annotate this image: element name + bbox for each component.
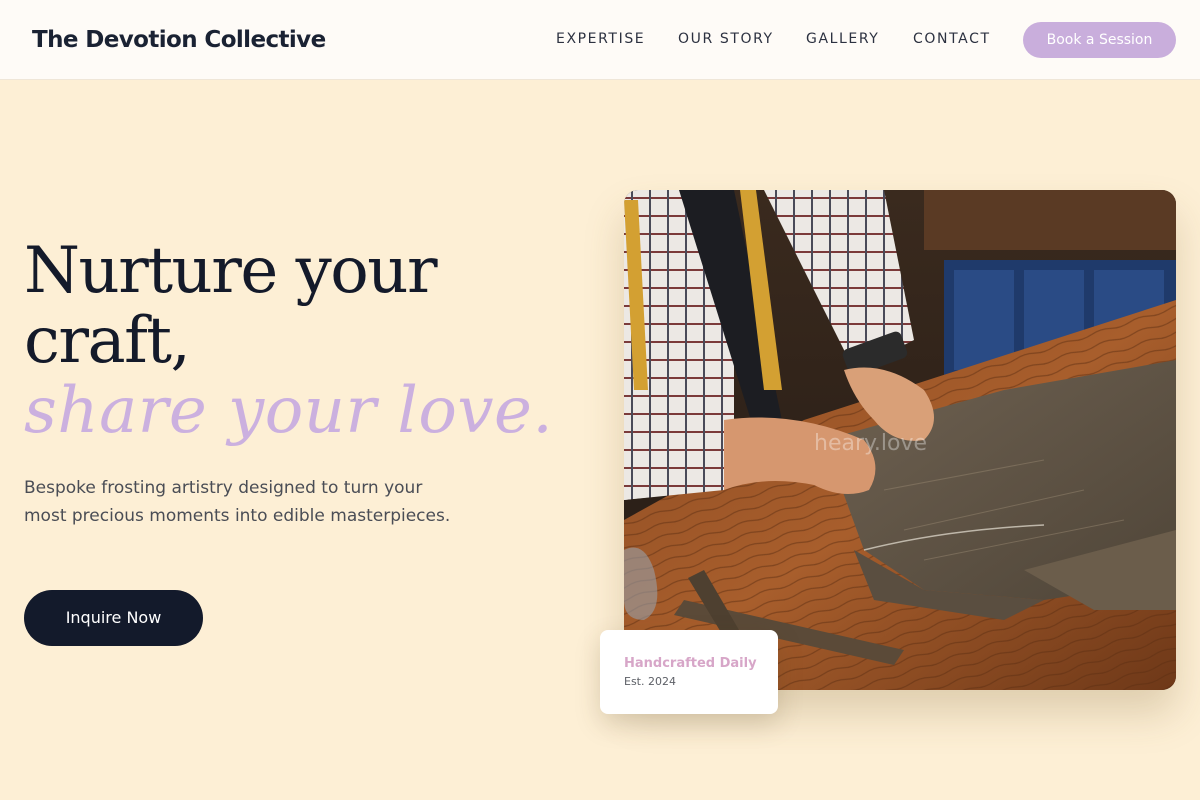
logo[interactable]: The Devotion Collective (32, 24, 326, 56)
hero-title: Nurture your craft, share your love. (24, 236, 564, 446)
badge-title: Handcrafted Daily (624, 656, 757, 671)
nav-link-gallery[interactable]: GALLERY (806, 29, 879, 49)
hero-title-line-2: craft, (24, 304, 191, 378)
site-header: The Devotion Collective EXPERTISE OUR ST… (0, 0, 1200, 80)
hero-photo: heary.love (624, 190, 1176, 690)
inquire-now-button[interactable]: Inquire Now (24, 590, 203, 646)
nav-link-contact[interactable]: CONTACT (913, 29, 991, 49)
nav-link-our-story[interactable]: OUR STORY (678, 29, 774, 49)
hero-title-line-1: Nurture your (24, 234, 438, 308)
book-session-button[interactable]: Book a Session (1023, 22, 1176, 58)
hero-title-accent: share your love. (24, 374, 554, 448)
hero-subtitle: Bespoke frosting artistry designed to tu… (24, 478, 451, 526)
photo-watermark: heary.love (814, 431, 927, 456)
badge-subtitle: Est. 2024 (624, 675, 676, 688)
handcrafted-badge: Handcrafted Daily Est. 2024 (600, 630, 778, 714)
nav-link-expertise[interactable]: EXPERTISE (556, 29, 645, 49)
tailor-photo-illustration: heary.love (624, 190, 1176, 690)
